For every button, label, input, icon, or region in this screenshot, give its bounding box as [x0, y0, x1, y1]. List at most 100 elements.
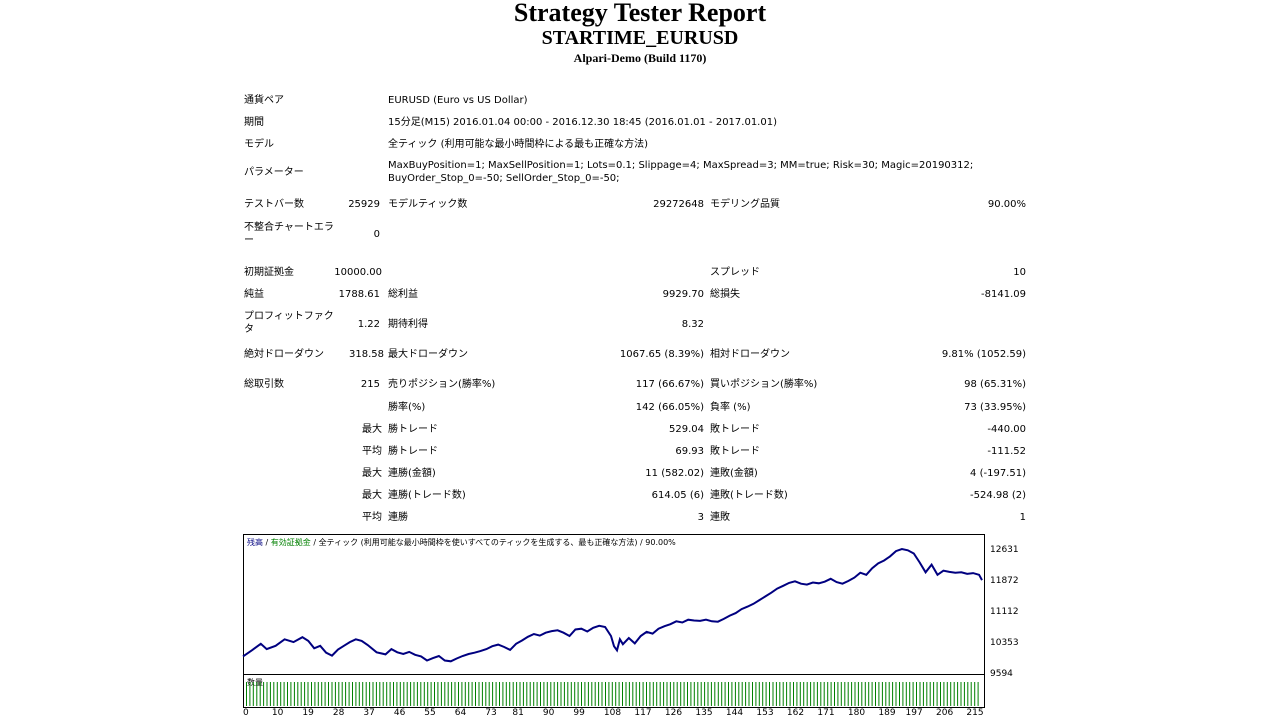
max-word-3: 最大	[362, 490, 382, 501]
volume-bar	[734, 682, 736, 706]
volume-bar	[365, 682, 367, 706]
volume-bar	[458, 682, 459, 706]
legend-balance: 残高	[247, 537, 263, 547]
volume-bar	[892, 682, 894, 706]
largest-loss-label: 敗トレード	[710, 424, 760, 435]
volume-bar	[779, 682, 781, 706]
volume-bar	[796, 682, 798, 706]
volume-bar	[246, 682, 247, 706]
volume-bar	[868, 682, 870, 706]
params-label: パラメーター	[244, 167, 304, 178]
chart-frame	[243, 534, 985, 708]
gross-loss-value: -8141.09	[981, 289, 1026, 300]
x-tick-label: 73	[485, 708, 497, 718]
volume-bar	[659, 682, 661, 706]
max-consec-losses-money-label: 連敗(金額)	[710, 468, 758, 479]
volume-bar	[563, 682, 565, 706]
volume-bar	[881, 682, 883, 706]
volume-bar	[485, 682, 487, 706]
volume-bar	[765, 682, 767, 706]
x-tick-label: 55	[424, 708, 436, 718]
volume-bar	[714, 682, 716, 706]
volume-bar	[437, 682, 439, 706]
volume-bar	[509, 682, 511, 706]
period-value: 15分足(M15) 2016.01.04 00:00 - 2016.12.30 …	[388, 117, 777, 128]
y-tick-label: 10353	[990, 638, 1019, 648]
volume-bar	[471, 682, 473, 706]
volume-bar	[905, 682, 907, 706]
volume-bar	[553, 682, 555, 706]
win-rate-label: 勝率(%)	[388, 402, 426, 413]
volume-bar	[793, 682, 794, 706]
volume-bar	[673, 682, 675, 706]
max-word-2: 最大	[362, 468, 382, 479]
volume-bar	[919, 682, 921, 706]
volume-bar	[410, 682, 412, 706]
volume-bar	[276, 682, 278, 706]
volume-bar	[926, 682, 928, 706]
volume-bar	[447, 682, 449, 706]
volume-bar	[269, 682, 271, 706]
volume-bar	[912, 682, 914, 706]
volume-bar	[724, 682, 726, 706]
volume-bar	[321, 682, 323, 706]
volume-bar	[581, 682, 582, 706]
short-label: 売りポジション(勝率%)	[388, 379, 496, 390]
volume-bar	[652, 682, 654, 706]
x-tick-label: 126	[664, 708, 683, 718]
volume-bar	[957, 682, 959, 706]
volume-bar	[311, 682, 312, 706]
volume-bar	[820, 682, 822, 706]
volume-bar	[386, 682, 388, 706]
x-tick-label: 189	[878, 708, 896, 718]
gross-profit-value: 9929.70	[662, 289, 704, 300]
volume-bar	[451, 682, 453, 706]
bars-label: テストバー数	[244, 199, 304, 210]
max-consec-wins-money-label: 連勝(金額)	[388, 468, 436, 479]
volume-bar	[762, 682, 764, 706]
period-label: 期間	[244, 117, 264, 128]
volume-bar	[618, 682, 620, 706]
volume-bar	[338, 682, 340, 706]
max-dd-value: 1067.65 (8.39%)	[619, 349, 704, 360]
volume-bar	[300, 682, 302, 706]
volume-bar	[283, 682, 285, 706]
symbol-label: 通貨ペア	[244, 95, 284, 106]
short-value: 117 (66.67%)	[635, 379, 704, 390]
gross-profit-label: 総利益	[388, 289, 418, 300]
x-tick-label: 135	[695, 708, 713, 718]
volume-bar	[522, 682, 524, 706]
volume-bar	[584, 682, 586, 706]
quality-value: 90.00%	[987, 199, 1026, 210]
volume-bar	[933, 682, 935, 706]
win-rate-value: 142 (66.05%)	[635, 402, 704, 413]
largest-loss-value: -440.00	[987, 424, 1026, 435]
volume-bar	[639, 682, 641, 706]
long-value: 98 (65.31%)	[964, 379, 1026, 390]
legend-separator-2: /	[311, 538, 319, 547]
pf-label: プロフィットファクタ	[244, 311, 334, 335]
volume-bar	[478, 682, 480, 706]
volume-bar	[622, 682, 623, 706]
x-tick-label: 206	[936, 708, 954, 718]
volume-bar	[704, 682, 706, 706]
params-line1: MaxBuyPosition=1; MaxSellPosition=1; Lot…	[388, 160, 974, 171]
max-consec-wins-count-label: 連勝(トレード数)	[388, 490, 466, 501]
volume-bar	[352, 682, 353, 706]
volume-bar	[635, 682, 637, 706]
volume-bar	[382, 682, 384, 706]
volume-bar	[324, 682, 326, 706]
volume-bar	[611, 682, 613, 706]
volume-bar	[755, 682, 757, 706]
volume-bar	[721, 682, 723, 706]
volume-bar	[871, 682, 873, 706]
volume-bar	[420, 682, 422, 706]
volume-bar	[341, 682, 343, 706]
volume-bar	[717, 682, 719, 706]
avg-consec-wins-value: 3	[697, 512, 704, 523]
volume-bar	[256, 682, 258, 706]
volume-bar	[710, 682, 712, 706]
volume-bar	[772, 682, 774, 706]
volume-bar	[834, 682, 835, 706]
volume-bar	[468, 682, 470, 706]
